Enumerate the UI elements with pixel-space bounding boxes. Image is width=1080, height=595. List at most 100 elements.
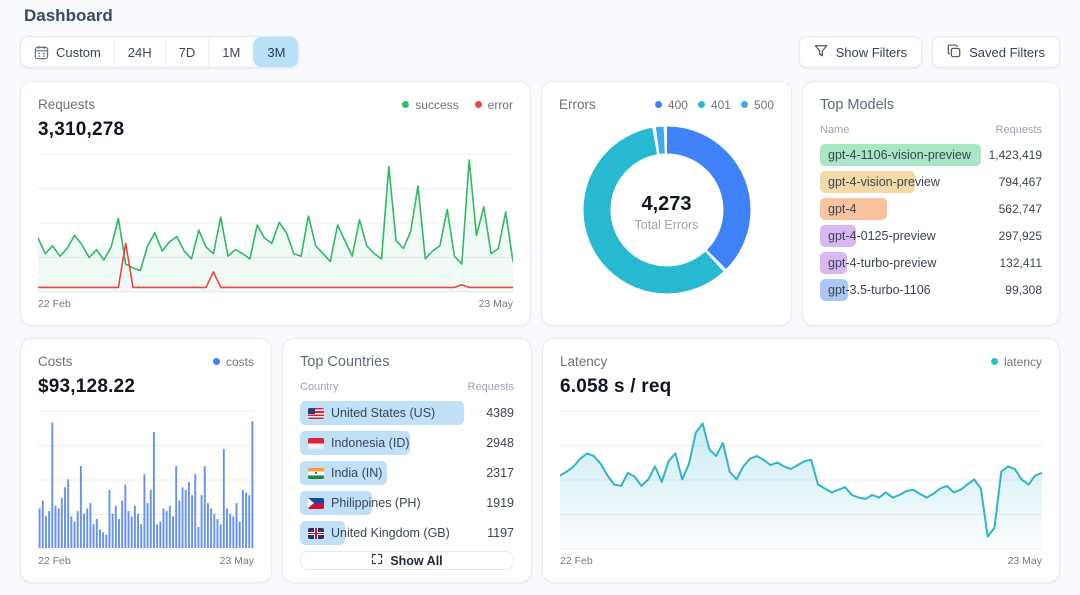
country-row[interactable]: Indonesia (ID) 2948: [300, 431, 514, 455]
errors-donut-wrap: 4,273 Total Errors: [559, 114, 774, 310]
model-requests: 1,423,419: [989, 148, 1042, 162]
errors-legend: 400401500: [655, 98, 774, 112]
requests-line-chart[interactable]: [38, 153, 513, 293]
country-label: Indonesia (ID): [308, 431, 410, 455]
costs-x-axis: 22 Feb 23 May: [38, 555, 254, 567]
show-all-label: Show All: [390, 554, 442, 568]
country-requests: 2317: [486, 466, 514, 480]
country-label: United States (US): [308, 401, 435, 425]
page-title: Dashboard: [24, 6, 1056, 26]
model-row[interactable]: gpt-4 562,747: [820, 198, 1042, 220]
time-range-label: 1M: [222, 45, 240, 60]
latency-area-chart[interactable]: [560, 410, 1042, 550]
model-row[interactable]: gpt-3.5-turbo-1106 99,308: [820, 279, 1042, 301]
time-range-selector: Custom 24H 7D 1M 3M: [20, 36, 299, 68]
saved-filters-icon: [947, 44, 961, 61]
requests-total-value: 3,310,278: [38, 119, 513, 141]
time-range-custom[interactable]: Custom: [21, 37, 114, 67]
errors-donut-center: 4,273 Total Errors: [635, 193, 699, 232]
latency-x-axis: 22 Feb 23 May: [560, 555, 1042, 567]
top-models-title: Top Models: [820, 97, 894, 113]
show-filters-button[interactable]: Show Filters: [799, 36, 923, 68]
errors-card-title: Errors: [559, 97, 596, 112]
legend-dot: [698, 101, 705, 108]
model-row[interactable]: gpt-4-turbo-preview 132,411: [820, 252, 1042, 274]
calendar-icon: [34, 45, 49, 60]
cards-row-1: Requests successerror 3,310,278 22 Feb 2…: [20, 81, 1060, 326]
model-name: gpt-4-1106-vision-preview: [828, 144, 971, 166]
model-row[interactable]: gpt-4-vision-preview 794,467: [820, 171, 1042, 193]
flag-id-icon: [308, 438, 324, 449]
model-row[interactable]: gpt-4-0125-preview 297,925: [820, 225, 1042, 247]
requests-card: Requests successerror 3,310,278 22 Feb 2…: [20, 81, 531, 326]
top-countries-rows: United States (US) 4389 Indonesia (ID) 2…: [300, 401, 514, 551]
top-models-rows: gpt-4-1106-vision-preview 1,423,419 gpt-…: [820, 144, 1042, 306]
legend-dot: [991, 358, 998, 365]
latency-card: Latency latency 6.058 s / req 22 Feb 23 …: [542, 338, 1060, 583]
errors-card: Errors 400401500 4,273 Total Errors: [541, 81, 792, 326]
model-name: gpt-4-vision-preview: [828, 171, 940, 193]
x-axis-end-label: 23 May: [479, 298, 513, 310]
time-range-label: Custom: [56, 45, 101, 60]
x-axis-end-label: 23 May: [220, 555, 254, 567]
model-name: gpt-4-turbo-preview: [828, 252, 936, 274]
country-row[interactable]: India (IN) 2317: [300, 461, 514, 485]
country-row[interactable]: United States (US) 4389: [300, 401, 514, 425]
model-name-cell: gpt-3.5-turbo-1106: [820, 279, 997, 301]
cards-row-2: Costs costs $93,128.22 22 Feb 23 May Top…: [20, 338, 1060, 583]
saved-filters-button[interactable]: Saved Filters: [932, 36, 1060, 68]
legend-dot: [402, 101, 409, 108]
time-range-1m[interactable]: 1M: [208, 37, 253, 67]
col-name-label: Name: [820, 124, 849, 136]
model-name-cell: gpt-4-1106-vision-preview: [820, 144, 981, 166]
saved-filters-label: Saved Filters: [969, 45, 1045, 60]
latency-legend: latency: [991, 355, 1042, 369]
model-name-cell: gpt-4: [820, 198, 991, 220]
flag-in-icon: [308, 468, 324, 479]
model-name-cell: gpt-4-vision-preview: [820, 171, 991, 193]
toolbar-filter-buttons: Show Filters Saved Filters: [799, 36, 1060, 68]
costs-bar-chart[interactable]: [38, 410, 254, 550]
legend-item-latency: latency: [991, 355, 1042, 369]
country-row[interactable]: Philippines (PH) 1919: [300, 491, 514, 515]
country-row[interactable]: United Kingdom (GB) 1197: [300, 521, 514, 545]
costs-card-title: Costs: [38, 354, 73, 369]
time-range-7d[interactable]: 7D: [165, 37, 209, 67]
top-models-header: Name Requests: [820, 124, 1042, 136]
model-requests: 794,467: [999, 175, 1042, 189]
legend-item-costs: costs: [213, 355, 254, 369]
country-name-cell: Indonesia (ID): [300, 431, 478, 455]
model-requests: 297,925: [999, 229, 1042, 243]
model-requests: 562,747: [999, 202, 1042, 216]
expand-icon: [371, 553, 383, 568]
country-requests: 1919: [486, 496, 514, 510]
time-range-24h[interactable]: 24H: [114, 37, 165, 67]
flag-ph-icon: [308, 498, 324, 509]
col-requests-label: Requests: [996, 124, 1042, 136]
flag-gb-icon: [308, 528, 324, 539]
requests-x-axis: 22 Feb 23 May: [38, 298, 513, 310]
country-name-cell: Philippines (PH): [300, 491, 478, 515]
model-row[interactable]: gpt-4-1106-vision-preview 1,423,419: [820, 144, 1042, 166]
time-range-3m[interactable]: 3M: [253, 37, 298, 67]
legend-item-500: 500: [741, 98, 774, 112]
toolbar: Custom 24H 7D 1M 3M Show Filters Saved Filte…: [20, 36, 1060, 68]
col-requests-label: Requests: [468, 381, 514, 393]
legend-dot: [655, 101, 662, 108]
legend-dot: [213, 358, 220, 365]
legend-item-success: success: [402, 98, 458, 112]
flag-us-icon: [308, 408, 324, 419]
model-name: gpt-4-0125-preview: [828, 225, 936, 247]
legend-item-401: 401: [698, 98, 731, 112]
col-country-label: Country: [300, 381, 339, 393]
country-label: India (IN): [308, 461, 382, 485]
model-name-cell: gpt-4-0125-preview: [820, 225, 991, 247]
country-label: United Kingdom (GB): [308, 521, 450, 545]
time-range-label: 24H: [128, 45, 152, 60]
costs-total-value: $93,128.22: [38, 376, 254, 398]
country-requests: 1197: [487, 526, 514, 540]
show-all-button[interactable]: Show All: [300, 551, 514, 570]
legend-dot: [475, 101, 482, 108]
show-filters-label: Show Filters: [836, 45, 908, 60]
dashboard-page: Dashboard Custom 24H 7D 1M 3M Show Filters S…: [0, 6, 1080, 583]
